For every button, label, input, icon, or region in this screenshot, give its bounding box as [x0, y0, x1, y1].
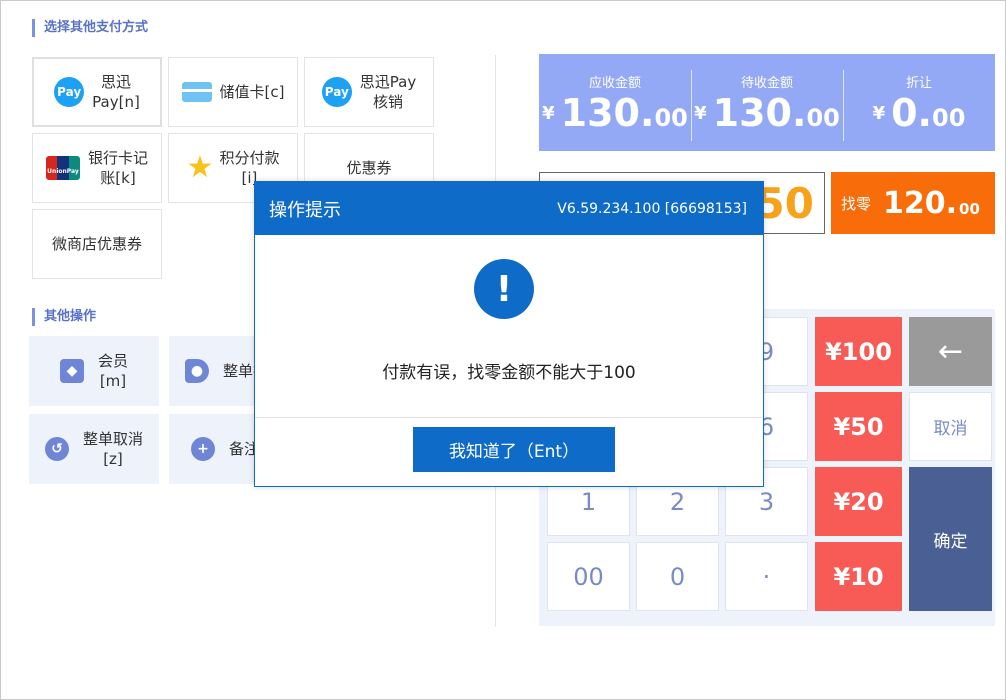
dialog-title: 操作提示 [269, 199, 341, 221]
confirm-button[interactable]: 确定 [909, 467, 992, 611]
pay-bank-card-label: 银行卡记 账[k] [87, 149, 148, 187]
plus-icon: + [191, 437, 215, 461]
quick-amount-20-button[interactable]: ¥20 [815, 467, 902, 536]
operation-alert-dialog: 操作提示 V6.59.234.100 [66698153] ! 付款有误，找零金… [254, 181, 764, 487]
quick-amount-10-button[interactable]: ¥10 [815, 542, 902, 611]
dialog-header: 操作提示 V6.59.234.100 [66698153] [255, 182, 763, 235]
pay-stored-card-button[interactable]: 储值卡[c] [168, 57, 298, 127]
card-icon [181, 82, 212, 102]
quick-amount-100-button[interactable]: ¥100 [815, 317, 902, 386]
dialog-message: 付款有误，找零金额不能大于100 [382, 363, 636, 383]
pay-coupon-label: 优惠券 [346, 159, 392, 177]
pos-checkout-window: 选择其他支付方式 Pay 思迅 Pay[n] 储值卡[c] Pay 思迅Pay … [0, 0, 1006, 700]
key-00[interactable]: 00 [547, 542, 630, 611]
change-amount: 找零 120. 00 [831, 172, 995, 234]
pending-label: 待收金额 [740, 76, 793, 91]
change-value: 120. [883, 185, 958, 221]
diamond-icon: ◆ [59, 359, 84, 383]
receivable-amount: 应收金额 ¥130. 00 [539, 54, 691, 151]
pay-sixun-pay-label: 思迅 Pay[n] [92, 73, 140, 111]
discount-amount: 折让 ¥0. 00 [843, 54, 995, 151]
pay-stored-card-label: 储值卡[c] [219, 83, 285, 101]
pay-icon: Pay [321, 77, 352, 107]
undo-icon: ↺ [44, 437, 69, 461]
discount-label: 折让 [905, 76, 932, 91]
warning-icon: ! [474, 259, 534, 319]
pending-amount: 待收金额 ¥130. 00 [691, 54, 843, 151]
pay-sixun-verify-label: 思迅Pay 核销 [359, 73, 417, 111]
tag-icon: ● [185, 359, 209, 383]
dialog-divider [255, 417, 763, 418]
cancel-order-label: 整单取消 [z] [82, 430, 143, 468]
pay-icon: Pay [54, 77, 85, 107]
version-text: V6.59.234.100 [66698153] [557, 200, 747, 217]
member-button[interactable]: ◆ 会员 [m] [29, 336, 159, 406]
backspace-button[interactable]: ← [909, 317, 992, 386]
acknowledge-button[interactable]: 我知道了（Ent） [413, 427, 615, 472]
receivable-label: 应收金额 [588, 76, 641, 91]
member-label: 会员 [m] [97, 352, 128, 390]
pay-bank-card-button[interactable]: UnionPay 银行卡记 账[k] [32, 133, 162, 203]
unionpay-icon: UnionPay [45, 156, 80, 180]
pay-sixun-pay-button[interactable]: Pay 思迅 Pay[n] [32, 57, 162, 127]
cancel-button[interactable]: 取消 [909, 392, 992, 461]
amount-summary: 应收金额 ¥130. 00 待收金额 ¥130. 00 折让 ¥0. 00 [539, 54, 995, 151]
cancel-order-button[interactable]: ↺ 整单取消 [z] [29, 414, 159, 484]
key-0[interactable]: 0 [636, 542, 719, 611]
other-ops-title: 其他操作 [32, 308, 96, 326]
change-label: 找零 [841, 194, 872, 213]
pay-microstore-coupon-label: 微商店优惠券 [51, 235, 142, 253]
key-dot[interactable]: · [725, 542, 808, 611]
pay-methods-title: 选择其他支付方式 [32, 19, 148, 37]
quick-amount-50-button[interactable]: ¥50 [815, 392, 902, 461]
pay-sixun-verify-button[interactable]: Pay 思迅Pay 核销 [304, 57, 434, 127]
pay-microstore-coupon-button[interactable]: 微商店优惠券 [32, 209, 162, 279]
star-icon: ★ [186, 150, 214, 185]
